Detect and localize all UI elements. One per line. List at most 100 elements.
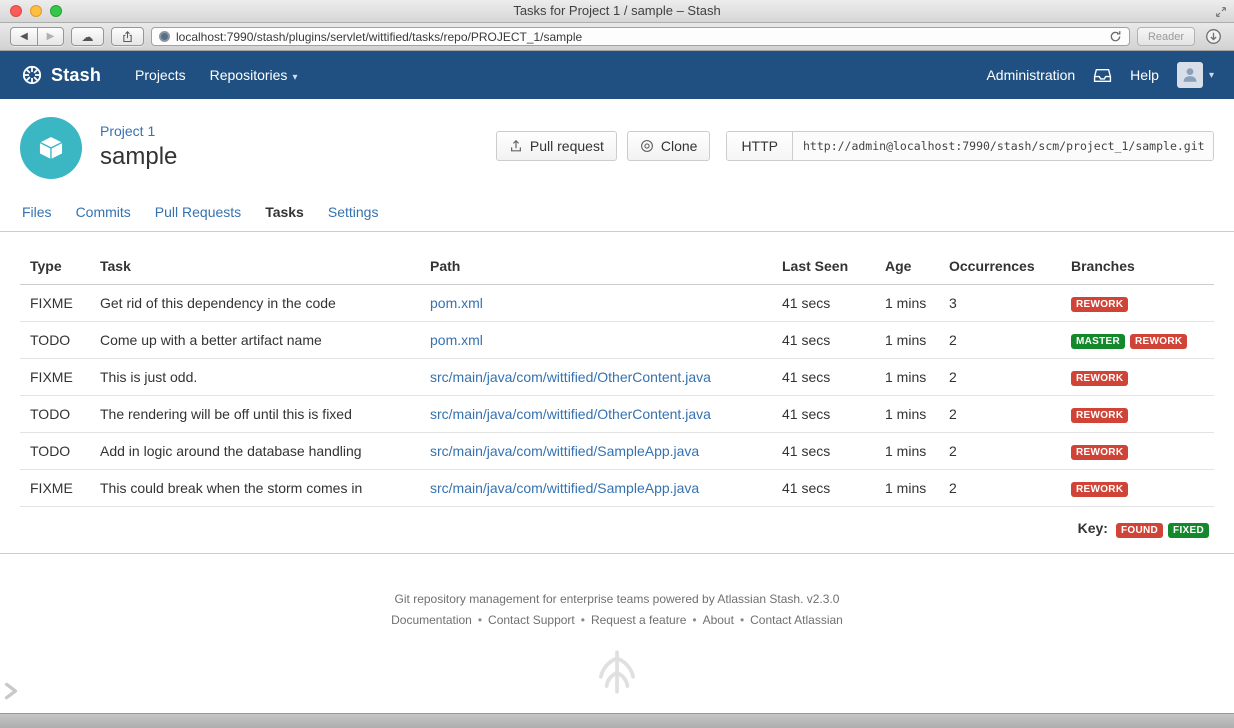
branch-badge: MASTER xyxy=(1071,334,1126,349)
nav-item-administration[interactable]: Administration xyxy=(986,67,1075,83)
reader-button[interactable]: Reader xyxy=(1137,27,1195,46)
inbox-icon[interactable] xyxy=(1093,67,1112,84)
fullscreen-icon[interactable] xyxy=(1214,4,1228,26)
path-link[interactable]: src/main/java/com/wittified/OtherContent… xyxy=(430,369,711,385)
clone-icon xyxy=(640,140,653,152)
repo-tabs: Files Commits Pull Requests Tasks Settings xyxy=(0,193,1234,232)
occurrences: 2 xyxy=(939,395,1061,433)
column-header-type: Type xyxy=(20,246,90,285)
path-link[interactable]: pom.xml xyxy=(430,295,483,311)
tasks-content: Type Task Path Last Seen Age Occurrences Branc… xyxy=(0,232,1234,507)
atlassian-logo xyxy=(0,647,1234,700)
address-bar[interactable]: localhost:7990/stash/plugins/servlet/wit… xyxy=(151,27,1130,46)
zoom-window-button[interactable] xyxy=(50,5,62,17)
branch-badge: REWORK xyxy=(1071,297,1129,312)
downloads-icon xyxy=(1205,29,1221,44)
pull-request-button[interactable]: Pull request xyxy=(495,131,617,161)
window-title: Tasks for Project 1 / sample – Stash xyxy=(513,3,721,18)
page-header: Project 1 sample Pull request Clone HTTP… xyxy=(0,99,1234,193)
task-text: Add in logic around the database handlin… xyxy=(90,432,420,470)
avatar xyxy=(1176,62,1203,88)
column-header-task: Task xyxy=(90,246,420,285)
last-seen: 41 secs xyxy=(772,284,875,322)
task-text: Come up with a better artifact name xyxy=(90,321,420,359)
titlebar: Tasks for Project 1 / sample – Stash xyxy=(0,0,1234,23)
stash-logo-icon xyxy=(22,65,42,85)
key-badge: FOUND xyxy=(1115,523,1164,538)
task-type: TODO xyxy=(20,395,90,433)
link-separator: • xyxy=(580,613,585,627)
footer-link-contact-atlassian[interactable]: Contact Atlassian xyxy=(750,613,843,627)
path-link[interactable]: src/main/java/com/wittified/SampleApp.ja… xyxy=(430,443,699,459)
key-label: Key: xyxy=(1077,520,1108,536)
key-badge: FIXED xyxy=(1168,523,1209,538)
tab-commits[interactable]: Commits xyxy=(76,204,131,220)
link-separator: • xyxy=(692,613,697,627)
footer-tagline: Git repository management for enterprise… xyxy=(394,592,840,606)
user-menu[interactable]: ▾ xyxy=(1176,62,1214,88)
forward-button[interactable]: ▶ xyxy=(37,27,64,46)
branches-cell: REWORK xyxy=(1061,469,1214,507)
task-path-cell: src/main/java/com/wittified/OtherContent… xyxy=(420,395,772,433)
table-row: TODO Come up with a better artifact name p… xyxy=(20,321,1214,359)
task-path-cell: src/main/java/com/wittified/OtherContent… xyxy=(420,358,772,396)
pull-request-label: Pull request xyxy=(529,138,604,154)
pull-request-icon xyxy=(510,139,521,152)
sidebar-toggle[interactable] xyxy=(2,681,20,706)
back-icon: ◀ xyxy=(20,31,28,42)
table-row: TODO Add in logic around the database han… xyxy=(20,432,1214,470)
stash-logo[interactable]: Stash xyxy=(20,63,101,87)
age: 1 mins xyxy=(875,358,939,396)
table-header-row: Type Task Path Last Seen Age Occurrences Branc… xyxy=(20,246,1214,285)
footer-link-contact-support[interactable]: Contact Support xyxy=(488,613,575,627)
occurrences: 2 xyxy=(939,432,1061,470)
path-link[interactable]: src/main/java/com/wittified/OtherContent… xyxy=(430,406,711,422)
age: 1 mins xyxy=(875,432,939,470)
path-link[interactable]: src/main/java/com/wittified/SampleApp.ja… xyxy=(430,480,699,496)
back-button[interactable]: ◀ xyxy=(10,27,37,46)
last-seen: 41 secs xyxy=(772,321,875,359)
branch-badge: REWORK xyxy=(1130,334,1188,349)
tab-files[interactable]: Files xyxy=(22,204,52,220)
minimize-window-button[interactable] xyxy=(30,5,42,17)
footer-link-about[interactable]: About xyxy=(703,613,734,627)
branches-cell: REWORK xyxy=(1061,284,1214,322)
tab-tasks[interactable]: Tasks xyxy=(265,204,304,220)
chevron-down-icon: ▾ xyxy=(1208,69,1214,81)
reload-icon[interactable] xyxy=(1109,30,1122,43)
task-text: The rendering will be off until this is … xyxy=(90,395,420,433)
nav-item-projects[interactable]: Projects xyxy=(123,67,198,83)
tab-pull-requests[interactable]: Pull Requests xyxy=(155,204,241,220)
url-text: localhost:7990/stash/plugins/servlet/wit… xyxy=(176,29,583,44)
task-text: Get rid of this dependency in the code xyxy=(90,284,420,322)
task-path-cell: pom.xml xyxy=(420,321,772,359)
reader-label: Reader xyxy=(1147,30,1185,43)
table-row: FIXME Get rid of this dependency in the c… xyxy=(20,284,1214,322)
last-seen: 41 secs xyxy=(772,358,875,396)
share-button[interactable] xyxy=(111,27,144,46)
icloud-tabs-button[interactable]: ☁ xyxy=(71,27,104,46)
downloads-button[interactable] xyxy=(1202,27,1224,46)
tab-settings[interactable]: Settings xyxy=(328,204,379,220)
column-header-path: Path xyxy=(420,246,772,285)
nav-item-repositories[interactable]: Repositories ▾ xyxy=(198,67,310,83)
task-type: FIXME xyxy=(20,284,90,322)
path-link[interactable]: pom.xml xyxy=(430,332,483,348)
occurrences: 2 xyxy=(939,358,1061,396)
branches-cell: MASTER REWORK xyxy=(1061,321,1214,359)
forward-icon: ▶ xyxy=(46,31,55,42)
nav-item-help[interactable]: Help xyxy=(1130,67,1159,83)
protocol-select[interactable]: HTTP xyxy=(727,132,793,160)
branch-badge: REWORK xyxy=(1071,482,1129,497)
footer-link-documentation[interactable]: Documentation xyxy=(391,613,472,627)
age: 1 mins xyxy=(875,469,939,507)
site-favicon xyxy=(159,31,170,42)
branch-badge: REWORK xyxy=(1071,408,1129,423)
footer-link-request-a-feature[interactable]: Request a feature xyxy=(591,613,686,627)
column-header-last-seen: Last Seen xyxy=(772,246,875,285)
project-link[interactable]: Project 1 xyxy=(100,123,155,139)
task-text: This could break when the storm comes in xyxy=(90,469,420,507)
clone-button[interactable]: Clone xyxy=(626,131,711,161)
clone-url-field[interactable]: http://admin@localhost:7990/stash/scm/pr… xyxy=(793,132,1213,160)
close-window-button[interactable] xyxy=(10,5,22,17)
